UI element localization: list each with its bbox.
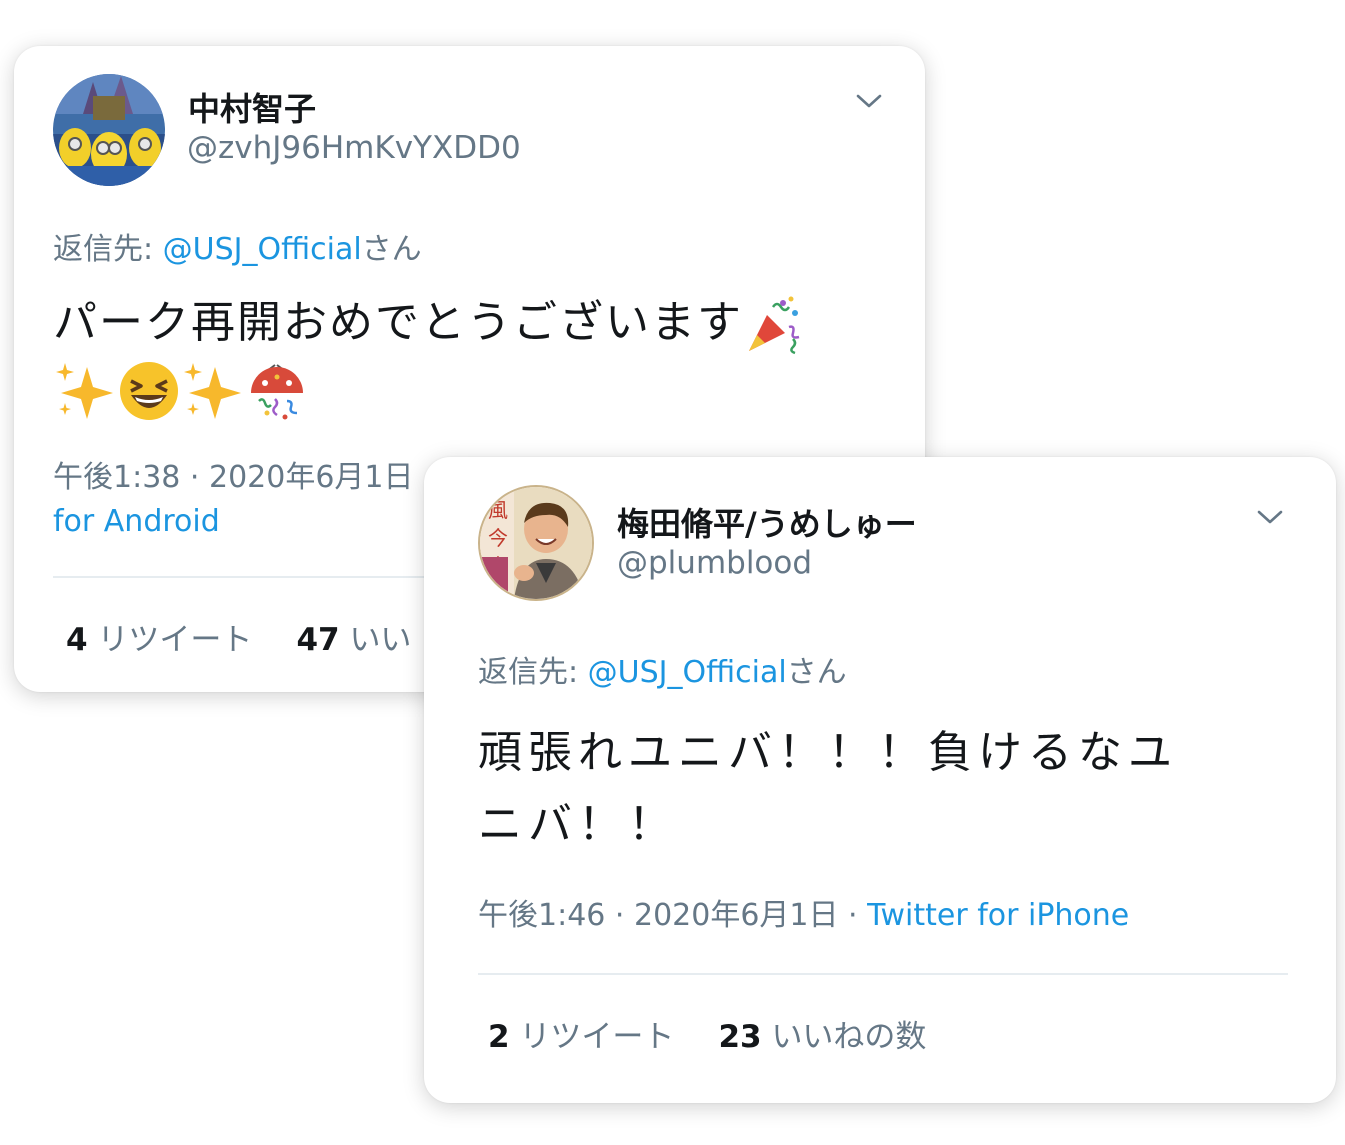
tweet-stats: 2 リツイート 23 いいねの数 <box>488 1011 926 1056</box>
divider <box>478 973 1288 975</box>
tweet-text: パーク再開おめでとうございます <box>53 291 893 423</box>
tweet-text-line: ニバ！！ <box>478 799 678 850</box>
avatar[interactable] <box>53 74 165 186</box>
reply-suffix: さん <box>361 232 422 267</box>
user-handle[interactable]: @plumblood <box>617 545 812 581</box>
tweet-meta: 午後1:38 · 2020年6月1日 for Android <box>53 456 414 544</box>
user-handle[interactable]: @zvhJ96HmKvYXDD0 <box>187 130 521 166</box>
reply-prefix: 返信先: <box>478 655 588 690</box>
chevron-down-icon[interactable] <box>1255 507 1285 527</box>
tweet-card-2[interactable]: 風 今 人 梅田脩平/うめしゅー @plumblood 返信先: @USJ_Of… <box>424 457 1336 1103</box>
confetti-ball-emoji <box>251 364 303 420</box>
like-label: いいねの数 <box>771 1019 927 1055</box>
display-name[interactable]: 梅田脩平/うめしゅー <box>617 499 917 545</box>
avatar[interactable]: 風 今 人 <box>478 485 594 601</box>
like-label: いい <box>349 622 412 658</box>
chevron-down-icon[interactable] <box>854 91 884 111</box>
minions-avatar-image <box>53 74 165 186</box>
timestamp[interactable]: 午後1:46 · 2020年6月1日 <box>478 898 839 933</box>
user-photo-avatar-image: 風 今 人 <box>480 487 592 599</box>
reply-to-line: 返信先: @USJ_Officialさん <box>478 647 847 691</box>
retweet-stat[interactable]: 2 リツイート <box>488 1019 674 1055</box>
retweet-stat[interactable]: 4 リツイート <box>66 622 252 658</box>
tweet-meta: 午後1:46 · 2020年6月1日 · Twitter for iPhone <box>478 894 1129 938</box>
tweet-stats: 4 リツイート 47 いい <box>66 614 411 659</box>
retweet-label: リツイート <box>519 1019 675 1055</box>
svg-text:風: 風 <box>488 498 508 522</box>
like-stat[interactable]: 23 いいねの数 <box>718 1019 926 1055</box>
like-count: 23 <box>718 1019 762 1055</box>
tweet-text-line: パーク再開おめでとうございます <box>53 297 743 348</box>
reply-prefix: 返信先: <box>53 232 163 267</box>
retweet-count: 4 <box>66 622 88 658</box>
meta-separator: · <box>838 898 868 933</box>
svg-text:今: 今 <box>488 526 508 550</box>
reply-suffix: さん <box>786 655 847 690</box>
tweet-text-line: 頑張れユニバ！！！負けるなユ <box>478 727 1178 778</box>
laughing-face-emoji <box>120 362 178 420</box>
timestamp[interactable]: 午後1:38 · 2020年6月1日 <box>53 460 414 495</box>
retweet-label: リツイート <box>97 622 253 658</box>
like-stat[interactable]: 47 いい <box>296 622 411 658</box>
display-name[interactable]: 中村智子 <box>188 84 316 130</box>
party-popper-emoji <box>749 296 800 355</box>
sparkles-emoji <box>56 363 113 419</box>
tweet-source-link[interactable]: Twitter for iPhone <box>867 898 1129 933</box>
sparkles-emoji <box>184 363 241 419</box>
retweet-count: 2 <box>488 1019 510 1055</box>
tweet-source-link[interactable]: for Android <box>53 504 220 539</box>
reply-mention-link[interactable]: @USJ_Official <box>163 232 362 267</box>
reply-mention-link[interactable]: @USJ_Official <box>588 655 787 690</box>
like-count: 47 <box>296 622 340 658</box>
reply-to-line: 返信先: @USJ_Officialさん <box>53 224 422 268</box>
tweet-text: 頑張れユニバ！！！負けるなユ ニバ！！ <box>478 717 1278 861</box>
